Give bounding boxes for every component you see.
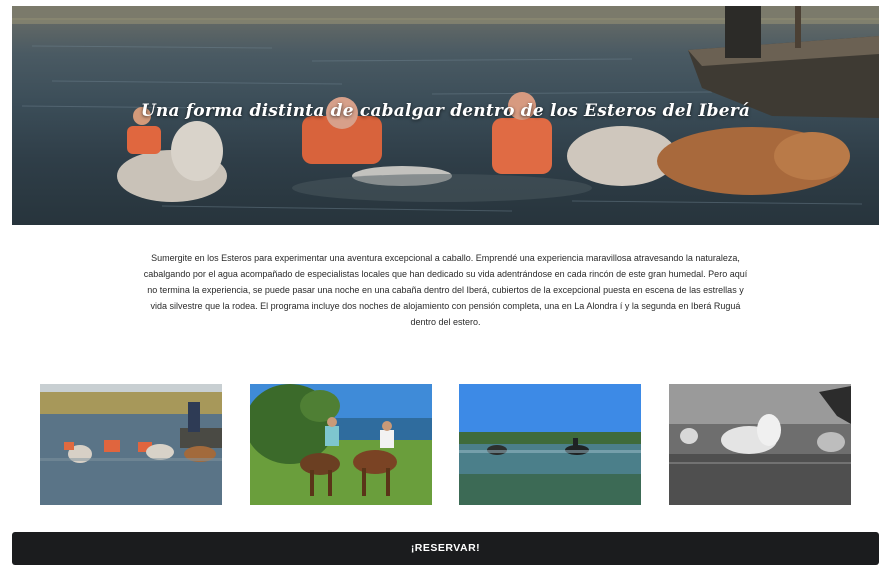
hero-banner: Una forma distinta de cabalgar dentro de… bbox=[12, 6, 879, 225]
photo-riders-wetland-icon bbox=[459, 384, 641, 505]
photo-riders-lakeshore-icon bbox=[250, 384, 432, 505]
gallery-image-3[interactable] bbox=[459, 384, 641, 505]
photo-gallery bbox=[40, 384, 851, 505]
gallery-image-1[interactable] bbox=[40, 384, 222, 505]
photo-horses-swimming-icon bbox=[40, 384, 222, 505]
gallery-image-2[interactable] bbox=[250, 384, 432, 505]
reserve-button[interactable]: ¡RESERVAR! bbox=[12, 532, 879, 565]
gallery-image-4[interactable] bbox=[669, 384, 851, 505]
photo-horse-swimming-bw-icon bbox=[669, 384, 851, 505]
hero-title: Una forma distinta de cabalgar dentro de… bbox=[140, 101, 751, 121]
experience-description: Sumergite en los Esteros para experiment… bbox=[143, 253, 748, 327]
